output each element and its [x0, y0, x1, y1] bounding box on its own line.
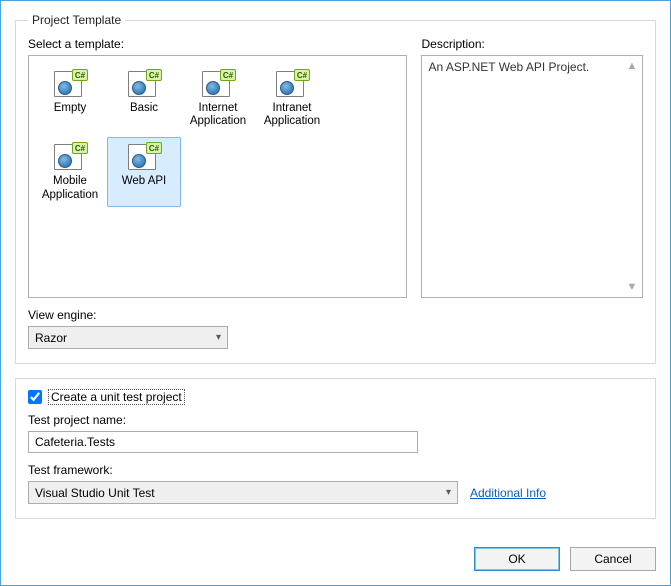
csharp-web-icon: C#	[126, 69, 162, 99]
template-internet-application[interactable]: C# Internet Application	[181, 64, 255, 133]
chevron-down-icon: ▾	[216, 332, 221, 343]
description-box: An ASP.NET Web API Project. ▲ ▼	[421, 55, 643, 298]
scroll-down-icon[interactable]: ▼	[624, 279, 640, 295]
template-label: Web API	[110, 175, 178, 188]
view-engine-dropdown[interactable]: Razor ▾	[28, 326, 228, 349]
csharp-web-icon: C#	[274, 69, 310, 99]
scroll-up-icon[interactable]: ▲	[624, 58, 640, 74]
dialog-title: Project Template	[28, 13, 125, 27]
view-engine-label: View engine:	[28, 308, 643, 322]
template-mobile-application[interactable]: C# Mobile Application	[33, 137, 107, 206]
ok-button[interactable]: OK	[474, 547, 560, 571]
csharp-web-icon: C#	[126, 142, 162, 172]
chevron-down-icon: ▾	[446, 487, 451, 498]
project-template-group: Project Template Select a template: C# E…	[15, 13, 656, 364]
create-unit-test-label: Create a unit test project	[48, 389, 185, 405]
template-label: Intranet Application	[258, 102, 326, 128]
cancel-button[interactable]: Cancel	[570, 547, 656, 571]
unit-test-group: Create a unit test project Test project …	[15, 378, 656, 519]
template-basic[interactable]: C# Basic	[107, 64, 181, 133]
template-web-api[interactable]: C# Web API	[107, 137, 181, 206]
dialog-window: Project Template Select a template: C# E…	[0, 0, 671, 586]
template-label: Empty	[36, 102, 104, 115]
description-label: Description:	[421, 37, 643, 51]
template-empty[interactable]: C# Empty	[33, 64, 107, 133]
test-project-name-input[interactable]	[28, 431, 418, 453]
csharp-web-icon: C#	[200, 69, 236, 99]
template-intranet-application[interactable]: C# Intranet Application	[255, 64, 329, 133]
template-label: Mobile Application	[36, 175, 104, 201]
view-engine-value: Razor	[35, 331, 67, 345]
description-text: An ASP.NET Web API Project.	[428, 60, 589, 74]
test-framework-label: Test framework:	[28, 463, 643, 477]
select-template-label: Select a template:	[28, 37, 407, 51]
test-framework-value: Visual Studio Unit Test	[35, 486, 155, 500]
test-project-name-label: Test project name:	[28, 413, 643, 427]
csharp-web-icon: C#	[52, 69, 88, 99]
additional-info-link[interactable]: Additional Info	[470, 486, 546, 500]
create-unit-test-checkbox[interactable]	[28, 390, 42, 404]
test-framework-dropdown[interactable]: Visual Studio Unit Test ▾	[28, 481, 458, 504]
csharp-web-icon: C#	[52, 142, 88, 172]
template-label: Internet Application	[184, 102, 252, 128]
template-label: Basic	[110, 102, 178, 115]
template-list[interactable]: C# Empty C# Basic	[28, 55, 407, 298]
